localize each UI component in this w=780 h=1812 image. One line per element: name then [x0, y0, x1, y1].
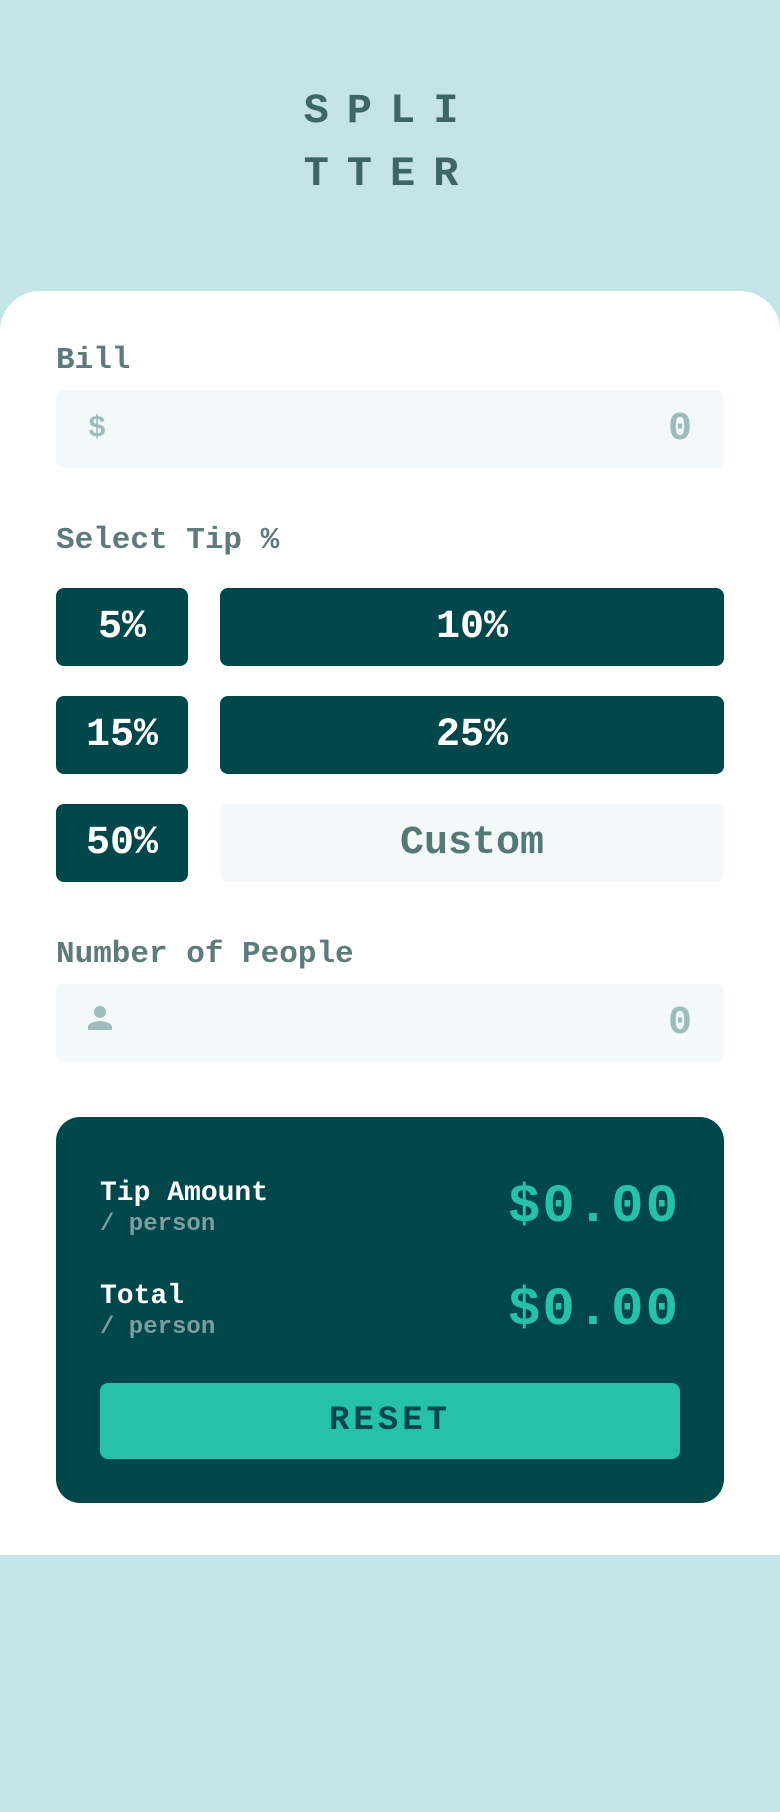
tip-amount-label: Tip Amount — [100, 1178, 268, 1209]
tip-button-5[interactable]: 5% — [56, 588, 188, 666]
tip-button-10[interactable]: 10% — [220, 588, 724, 666]
dollar-icon: $ — [88, 412, 106, 446]
total-labels: Total / person — [100, 1281, 215, 1341]
total-label: Total — [100, 1281, 215, 1312]
tip-amount-labels: Tip Amount / person — [100, 1178, 268, 1238]
logo-line-2: TTER — [0, 143, 780, 206]
tip-label: Select Tip % — [56, 523, 724, 558]
results-panel: Tip Amount / person $0.00 Total / person… — [56, 1117, 724, 1503]
person-icon — [88, 1004, 112, 1042]
tip-button-25[interactable]: 25% — [220, 696, 724, 774]
people-section: Number of People — [56, 937, 724, 1062]
people-input-wrapper — [56, 984, 724, 1062]
reset-button[interactable]: RESET — [100, 1383, 680, 1459]
tip-amount-sublabel: / person — [100, 1211, 268, 1238]
app-logo: SPLI TTER — [0, 80, 780, 206]
logo-line-1: SPLI — [0, 80, 780, 143]
total-sublabel: / person — [100, 1314, 215, 1341]
tip-amount-row: Tip Amount / person $0.00 — [100, 1177, 680, 1238]
tip-button-15[interactable]: 15% — [56, 696, 188, 774]
bill-label: Bill — [56, 343, 724, 378]
custom-tip-input[interactable] — [220, 804, 724, 882]
total-row: Total / person $0.00 — [100, 1280, 680, 1341]
bill-input[interactable] — [106, 407, 692, 452]
app-header: SPLI TTER — [0, 0, 780, 291]
people-label: Number of People — [56, 937, 724, 972]
total-value: $0.00 — [508, 1280, 680, 1341]
tip-options-grid: 5% 10% 15% 25% 50% — [56, 588, 724, 882]
tip-amount-value: $0.00 — [508, 1177, 680, 1238]
people-input[interactable] — [112, 1001, 692, 1046]
tip-button-50[interactable]: 50% — [56, 804, 188, 882]
calculator-card: Bill $ Select Tip % 5% 10% 15% 25% 50% N… — [0, 291, 780, 1555]
bill-section: Bill $ — [56, 343, 724, 468]
tip-section: Select Tip % 5% 10% 15% 25% 50% — [56, 523, 724, 882]
bill-input-wrapper: $ — [56, 390, 724, 468]
